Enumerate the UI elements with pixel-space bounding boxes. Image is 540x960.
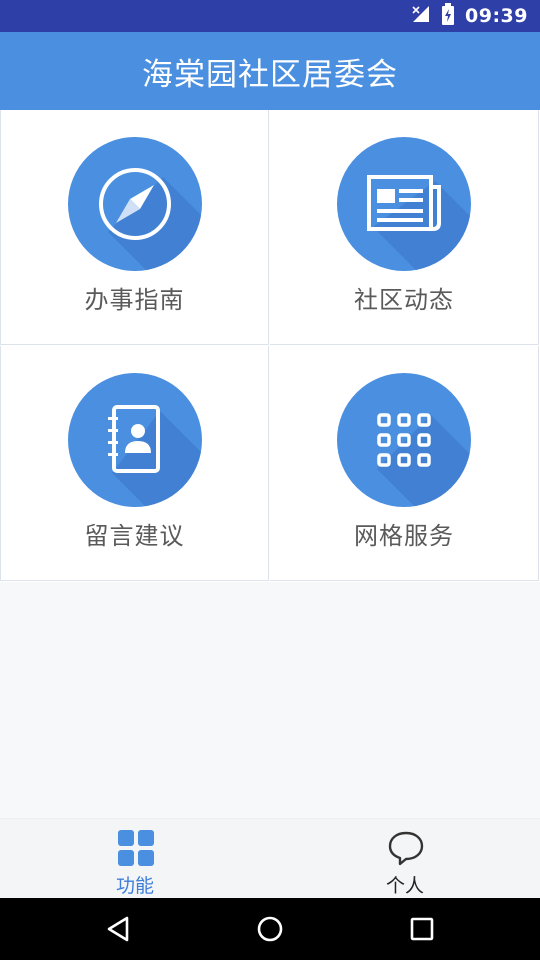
menu-grid: 办事指南 社区动态 留言建议 网格服务	[0, 110, 540, 582]
tab-label: 功能	[115, 875, 154, 897]
news-icon-circle	[337, 137, 471, 271]
menu-item-label: 社区动态	[354, 286, 454, 314]
page-title: 海棠园社区居委会	[142, 56, 398, 93]
status-icons: 09:39	[411, 0, 528, 32]
tab-functions[interactable]: 功能	[0, 819, 270, 899]
menu-item-grid-service[interactable]: 网格服务	[270, 346, 539, 581]
home-circle-icon[interactable]	[254, 913, 286, 945]
guide-icon-circle	[68, 137, 202, 271]
suggestions-icon-circle	[68, 373, 202, 507]
tab-personal[interactable]: 个人	[270, 819, 540, 899]
no-signal-icon	[411, 4, 431, 28]
status-bar: 09:39	[0, 0, 540, 32]
system-nav-bar	[0, 898, 540, 960]
chat-bubble-icon	[388, 831, 424, 866]
menu-item-guide[interactable]: 办事指南	[0, 110, 269, 345]
menu-item-label: 留言建议	[84, 522, 185, 550]
four-squares-icon	[118, 830, 154, 866]
back-triangle-icon[interactable]	[103, 913, 135, 945]
app-bar: 海棠园社区居委会	[0, 32, 540, 110]
grid-apps-icon	[377, 413, 431, 467]
bottom-tab-bar: 功能 个人	[0, 818, 540, 899]
newspaper-icon	[367, 175, 441, 231]
menu-item-news[interactable]: 社区动态	[270, 110, 539, 345]
recents-square-icon[interactable]	[406, 913, 438, 945]
menu-item-label: 网格服务	[354, 522, 454, 550]
menu-item-label: 办事指南	[84, 286, 185, 314]
tab-label: 个人	[385, 875, 424, 897]
status-time: 09:39	[465, 5, 528, 27]
battery-charging-icon	[441, 3, 455, 29]
grid-service-icon-circle	[337, 373, 471, 507]
menu-item-suggestions[interactable]: 留言建议	[0, 346, 269, 581]
contact-book-icon	[108, 405, 160, 473]
compass-icon	[99, 168, 171, 240]
